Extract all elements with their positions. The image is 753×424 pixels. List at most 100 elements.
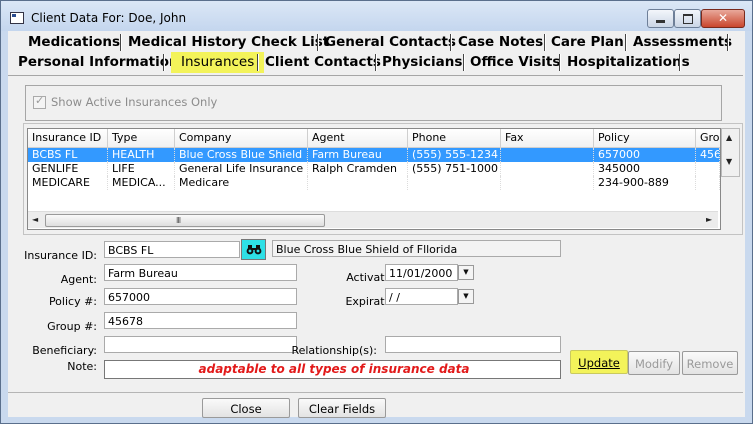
remove-button[interactable]: Remove — [682, 351, 738, 375]
tab-panel-border — [8, 75, 743, 76]
cell-group: 456 — [696, 148, 720, 162]
scroll-grip: III — [176, 216, 181, 225]
tab-office-visits[interactable]: Office Visits — [470, 53, 560, 72]
tab-separator — [679, 54, 681, 71]
table-row[interactable]: BCBS FL HEALTH Blue Cross Blue Shield ..… — [28, 148, 720, 162]
insurance-id-label: Insurance ID: — [24, 249, 97, 262]
activation-field[interactable]: 11/01/2000 — [385, 264, 458, 281]
clear-fields-button[interactable]: Clear Fields — [298, 398, 386, 418]
agent-field[interactable]: Farm Bureau — [104, 264, 297, 281]
minimize-icon — [656, 20, 665, 23]
col-insurance-id[interactable]: Insurance ID — [28, 129, 108, 147]
window-title: Client Data For: Doe, John — [31, 11, 187, 25]
update-button[interactable]: Update — [570, 350, 628, 374]
check-icon: ✓ — [35, 94, 45, 107]
relationship-field[interactable] — [385, 336, 561, 353]
grid-horizontal-scrollbar[interactable]: ◄ III ► — [28, 211, 718, 228]
cell-insurance-id: BCBS FL — [28, 148, 108, 162]
tab-separator — [317, 34, 319, 51]
annotation-text: adaptable to all types of insurance data — [198, 362, 470, 376]
cell-policy: 234-900-889 — [594, 176, 696, 190]
expiration-field[interactable]: / / — [385, 288, 458, 305]
modify-button[interactable]: Modify — [628, 351, 680, 375]
cell-fax — [501, 148, 594, 162]
cell-agent — [308, 176, 408, 190]
cell-type: LIFE — [108, 162, 175, 176]
horizontal-scroll-thumb[interactable]: III — [45, 214, 325, 227]
col-type[interactable]: Type — [108, 129, 175, 147]
insurance-id-field[interactable]: BCBS FL — [104, 241, 240, 258]
policy-field[interactable]: 657000 — [104, 288, 297, 305]
cell-phone: (555) 751-1000 — [408, 162, 501, 176]
relationship-label: Relationship(s): — [291, 344, 377, 357]
tab-medications[interactable]: Medications — [28, 33, 120, 52]
show-active-label: Show Active Insurances Only — [51, 95, 218, 109]
tab-separator — [120, 34, 122, 51]
scroll-left-icon[interactable]: ◄ — [32, 215, 38, 224]
tab-hospitalizations[interactable]: Hospitalizations — [567, 53, 690, 72]
cell-company: General Life Insurance ... — [175, 162, 308, 176]
minimize-button[interactable] — [647, 9, 674, 28]
chevron-down-icon: ▼ — [463, 268, 469, 276]
update-button-label: Update — [578, 356, 620, 370]
maximize-button[interactable] — [674, 9, 701, 28]
cell-agent: Farm Bureau — [308, 148, 408, 162]
tab-separator — [727, 34, 729, 51]
beneficiary-field[interactable] — [104, 336, 297, 353]
col-group[interactable]: Gro — [696, 129, 720, 147]
company-name-field: Blue Cross Blue Shield of Fllorida — [272, 240, 561, 257]
tab-client-contacts[interactable]: Client Contacts — [265, 53, 381, 72]
agent-label: Agent: — [60, 273, 97, 286]
show-active-checkbox[interactable]: ✓ — [33, 94, 46, 109]
cell-company: Blue Cross Blue Shield ... — [175, 148, 308, 162]
binoculars-icon — [246, 245, 262, 255]
scroll-down-icon[interactable]: ▼ — [726, 157, 732, 166]
col-phone[interactable]: Phone — [408, 129, 501, 147]
expiration-dropdown[interactable]: ▼ — [458, 289, 474, 304]
cell-insurance-id: GENLIFE — [28, 162, 108, 176]
client-data-window: Client Data For: Doe, John ✕ Medications… — [0, 0, 753, 424]
table-row[interactable]: MEDICARE MEDICA... Medicare 234-900-889 — [28, 176, 720, 190]
tab-medical-history-check-list[interactable]: Medical History Check List — [128, 33, 329, 52]
col-fax[interactable]: Fax — [501, 129, 594, 147]
table-row[interactable]: GENLIFE LIFE General Life Insurance ... … — [28, 162, 720, 176]
activation-dropdown[interactable]: ▼ — [458, 265, 474, 280]
col-policy[interactable]: Policy — [594, 129, 696, 147]
col-company[interactable]: Company — [175, 129, 308, 147]
chevron-down-icon: ▼ — [463, 292, 469, 300]
close-icon: ✕ — [717, 11, 729, 25]
cell-company: Medicare — [175, 176, 308, 190]
close-button[interactable]: Close — [202, 398, 290, 418]
group-field[interactable]: 45678 — [104, 312, 297, 329]
tab-case-notes[interactable]: Case Notes — [458, 33, 543, 52]
scroll-right-icon[interactable]: ► — [706, 215, 712, 224]
scroll-up-icon[interactable]: ▲ — [726, 133, 732, 142]
cell-type: HEALTH — [108, 148, 175, 162]
tab-personal-information[interactable]: Personal Information — [18, 53, 179, 72]
grid-vertical-scrollbar[interactable]: ▲ ▼ — [721, 128, 740, 177]
tab-separator — [544, 34, 546, 51]
tab-separator — [559, 54, 561, 71]
app-icon — [10, 12, 24, 24]
tab-insurances[interactable]: Insurances — [171, 52, 265, 73]
cell-fax — [501, 162, 594, 176]
policy-label: Policy #: — [48, 295, 97, 308]
tab-separator — [163, 54, 165, 71]
tab-assessments[interactable]: Assessments — [633, 33, 732, 52]
title-bar[interactable]: Client Data For: Doe, John ✕ — [1, 1, 752, 31]
tab-separator — [625, 34, 627, 51]
cell-agent: Ralph Cramden — [308, 162, 408, 176]
cell-phone — [408, 176, 501, 190]
col-agent[interactable]: Agent — [308, 129, 408, 147]
maximize-icon — [683, 14, 693, 24]
cell-group — [696, 162, 720, 176]
group-label: Group #: — [47, 320, 97, 333]
close-window-button[interactable]: ✕ — [701, 9, 745, 28]
tab-physicians[interactable]: Physicians — [382, 53, 462, 72]
lookup-button[interactable] — [241, 239, 266, 260]
tab-separator — [257, 54, 259, 71]
cell-type: MEDICA... — [108, 176, 175, 190]
tab-general-contacts[interactable]: General Contacts — [325, 33, 456, 52]
tab-care-plan[interactable]: Care Plan — [551, 33, 624, 52]
note-label: Note: — [67, 360, 97, 373]
